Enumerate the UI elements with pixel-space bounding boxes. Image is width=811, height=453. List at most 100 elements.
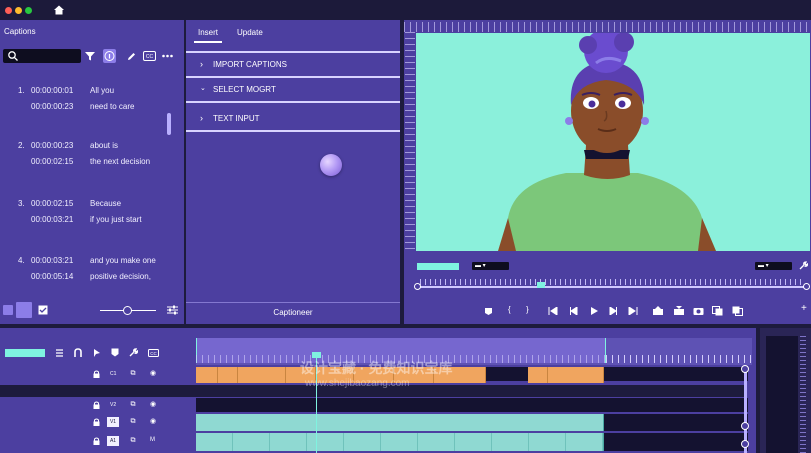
maximize-window-button[interactable] (25, 7, 32, 14)
add-marker-icon[interactable] (484, 307, 493, 315)
lift-icon[interactable] (652, 306, 664, 316)
play-icon[interactable] (589, 306, 599, 316)
captions-panel-title: Captions (4, 27, 36, 36)
more-options-icon[interactable] (162, 54, 173, 58)
caption-timecode-in[interactable]: 00:00:00:01 (31, 86, 73, 95)
lock-icon[interactable] (93, 370, 100, 378)
panel-footer-title: Captioneer (273, 308, 313, 317)
eye-icon[interactable]: ◉ (148, 370, 158, 378)
info-icon (104, 51, 115, 61)
filter-icon[interactable] (84, 50, 96, 62)
minimize-window-button[interactable] (15, 7, 22, 14)
caption-text[interactable]: about is (90, 141, 118, 150)
playback-scrubber[interactable] (417, 286, 807, 288)
caption-timecode-in[interactable]: 00:00:00:23 (31, 141, 73, 150)
closed-caption-icon[interactable]: CC (143, 51, 156, 61)
camera-icon[interactable] (693, 306, 704, 316)
checkbox-icon[interactable] (38, 305, 48, 315)
pencil-icon[interactable] (126, 51, 137, 62)
wrench-icon[interactable] (798, 261, 808, 271)
captions-toggle-icon[interactable]: CC (148, 349, 159, 357)
marker-icon[interactable] (111, 348, 119, 357)
caption-text[interactable]: the next decision (90, 157, 150, 166)
caption-clip[interactable] (238, 367, 286, 383)
sync-lock-icon[interactable]: ⧉ (128, 370, 138, 378)
track-label-v1[interactable]: V1 (107, 417, 119, 427)
scrollbar-handle-audio[interactable] (741, 440, 749, 448)
caption-list-scrollbar[interactable] (167, 113, 171, 135)
snap-icon[interactable] (73, 348, 83, 358)
step-forward-icon[interactable] (609, 307, 617, 315)
caption-text[interactable]: All you (90, 86, 114, 95)
mark-in-button[interactable]: { (508, 305, 511, 314)
caption-clip[interactable] (548, 367, 604, 383)
watermark-url: www.shejibaozang.com (305, 378, 410, 389)
overwrite-icon[interactable] (732, 306, 743, 316)
go-to-in-icon[interactable] (548, 307, 558, 315)
scrubber-end-handle[interactable] (803, 283, 810, 290)
caption-text[interactable]: if you just start (90, 215, 142, 224)
mute-button[interactable]: M (150, 437, 155, 443)
video-clip[interactable] (196, 414, 604, 431)
go-to-out-icon[interactable] (628, 307, 638, 315)
caption-timecode-in[interactable]: 00:00:03:21 (31, 256, 73, 265)
playhead-marker[interactable] (537, 282, 545, 288)
eye-icon[interactable]: ◉ (148, 418, 158, 426)
caption-text[interactable]: need to care (90, 102, 134, 111)
caption-text[interactable]: Because (90, 199, 121, 208)
lock-icon[interactable] (93, 418, 100, 426)
list-view-button[interactable] (3, 305, 13, 315)
caption-index: 2. (18, 141, 25, 150)
resolution-dropdown[interactable]: ▬ ▾ (755, 262, 792, 270)
tab-insert[interactable]: Insert (198, 28, 218, 37)
mark-out-button[interactable]: } (526, 305, 529, 314)
nest-icon[interactable] (55, 348, 64, 358)
add-button[interactable]: + (801, 303, 807, 314)
lock-icon[interactable] (93, 401, 100, 409)
timeline-wrench-icon[interactable] (128, 348, 138, 358)
import-captions-section[interactable]: IMPORT CAPTIONS (213, 60, 287, 69)
zoom-slider-handle[interactable] (123, 306, 132, 315)
step-back-icon[interactable] (570, 307, 578, 315)
caption-timecode-out[interactable]: 00:00:00:23 (31, 102, 73, 111)
sync-lock-icon[interactable]: ⧉ (128, 401, 138, 409)
sync-lock-icon[interactable]: ⧉ (128, 418, 138, 426)
timeline-ruler-ticks (606, 355, 752, 363)
linked-selection-icon[interactable] (93, 348, 101, 358)
select-mogrt-section[interactable]: SELECT MOGRT (213, 85, 276, 94)
audio-clip[interactable] (196, 433, 604, 451)
eye-icon[interactable]: ◉ (148, 401, 158, 409)
caption-timecode-out[interactable]: 00:00:05:14 (31, 272, 73, 281)
text-input-section[interactable]: TEXT INPUT (213, 114, 260, 123)
scrollbar-handle-top[interactable] (741, 365, 749, 373)
track-label-a1[interactable]: A1 (107, 436, 119, 446)
scrollbar-handle-bottom[interactable] (741, 422, 749, 430)
close-window-button[interactable] (5, 7, 12, 14)
active-tab-indicator (194, 41, 222, 43)
caption-text[interactable]: and you make one (90, 256, 156, 265)
home-icon[interactable] (52, 3, 66, 17)
caption-timecode-out[interactable]: 00:00:03:21 (31, 215, 73, 224)
scrub-ruler (420, 279, 805, 285)
caption-clip[interactable] (196, 367, 218, 383)
grid-view-button[interactable] (16, 302, 32, 318)
info-toggle-button[interactable] (103, 49, 116, 63)
tab-update[interactable]: Update (237, 28, 263, 37)
audio-meter-scale (800, 336, 806, 453)
caption-clip[interactable] (528, 367, 548, 383)
settings-sliders-icon[interactable] (167, 305, 178, 315)
insert-icon[interactable] (712, 306, 723, 316)
caption-text[interactable]: positive decision, (90, 272, 151, 281)
caption-search-input[interactable] (3, 49, 81, 63)
caption-clip[interactable] (218, 367, 238, 383)
zoom-level-dropdown[interactable]: ▬ ▾ (472, 262, 509, 270)
sync-lock-icon[interactable]: ⧉ (128, 437, 138, 445)
scrubber-start-handle[interactable] (414, 283, 421, 290)
video-preview[interactable] (416, 33, 810, 251)
caption-timecode-in[interactable]: 00:00:02:15 (31, 199, 73, 208)
extract-icon[interactable] (673, 306, 685, 316)
lock-icon[interactable] (93, 437, 100, 445)
caption-timecode-out[interactable]: 00:00:02:15 (31, 157, 73, 166)
timecode-display[interactable] (417, 263, 459, 270)
timeline-timecode[interactable] (5, 349, 45, 357)
